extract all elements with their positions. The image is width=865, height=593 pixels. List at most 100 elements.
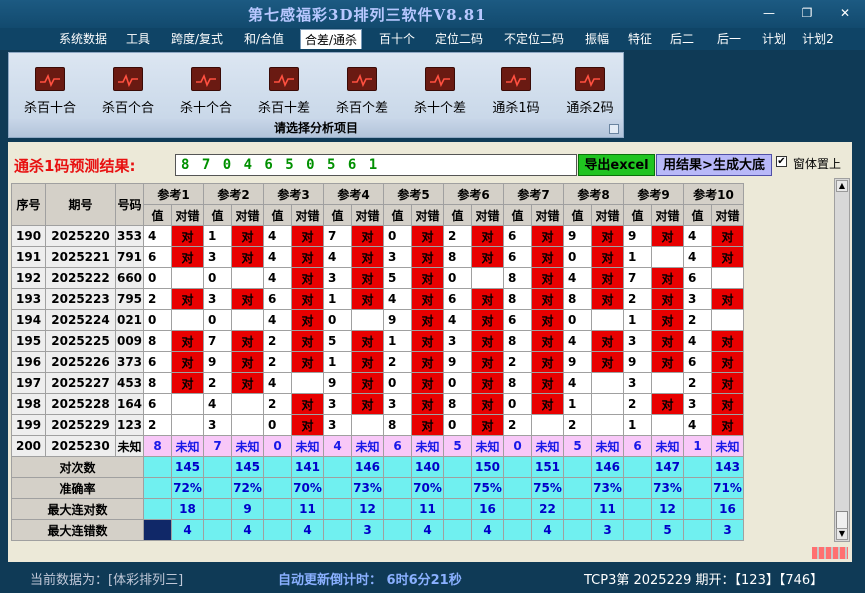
- menu-item-8[interactable]: 不定位二码: [498, 29, 570, 49]
- menu-item-4[interactable]: 和/合值: [240, 29, 288, 49]
- menu-item-1[interactable]: 系统数据: [55, 29, 111, 49]
- ribbon-button-2[interactable]: 杀百个合: [93, 65, 163, 121]
- generate-base-button[interactable]: 用结果>生成大底: [656, 154, 772, 176]
- ref-result: 对: [471, 288, 504, 310]
- ribbon-button-4[interactable]: 杀百十差: [249, 65, 319, 121]
- resize-grip[interactable]: [812, 547, 848, 559]
- ref-value: 0: [443, 414, 472, 436]
- vertical-scrollbar[interactable]: ▲ ▼: [834, 178, 850, 542]
- menu-item-6[interactable]: 百十个: [376, 29, 418, 49]
- ref-result: 对: [651, 225, 684, 247]
- topmost-checkbox[interactable]: ✔: [776, 156, 787, 167]
- ref-result: 对: [231, 330, 264, 352]
- ref-value: 4: [563, 267, 592, 289]
- table-row[interactable]: 200 2025230 未知 8 未知 7 未知 0 未知 4 未知 6 未知 5 未知 0 未知 5 未知 6 未知 1…: [11, 435, 744, 457]
- stats-value: 73%: [351, 477, 384, 499]
- chart-icon: [269, 67, 299, 91]
- row-issue: 2025227: [45, 372, 116, 394]
- stats-spacer: [203, 477, 232, 499]
- stats-value: 140: [411, 456, 444, 478]
- ref-result: 对: [231, 372, 264, 394]
- ref-result: 对: [591, 351, 624, 373]
- ribbon-button-8[interactable]: 通杀2码: [555, 65, 625, 121]
- ribbon-launcher-icon[interactable]: [609, 124, 619, 134]
- header-result: 对错: [411, 204, 444, 226]
- table-row[interactable]: 193 2025223 795 2 对 3 对 6 对 1 对 4 对 6 对 8 对 8 对 2 对 3 对: [11, 288, 744, 310]
- table-row[interactable]: 194 2025224 021 0 0 4 对 0 9 对 4 对 6 对 0 1 对 2: [11, 309, 744, 331]
- table-row[interactable]: 197 2025227 453 8 对 2 对 4 9 对 0 对 0 对 8 对 4 3 2 对: [11, 372, 744, 394]
- maximize-button[interactable]: ❐: [796, 4, 818, 22]
- stats-spacer: [683, 519, 712, 541]
- header-value: 值: [203, 204, 232, 226]
- row-number: 795: [115, 288, 144, 310]
- ref-value: 1: [683, 435, 712, 457]
- ref-value: 6: [263, 288, 292, 310]
- stats-spacer: [263, 477, 292, 499]
- ref-result: 对: [531, 393, 564, 415]
- stats-value: 146: [591, 456, 624, 478]
- ref-result: 对: [591, 267, 624, 289]
- menu-item-5[interactable]: 合差/通杀: [300, 29, 362, 49]
- row-number: 353: [115, 225, 144, 247]
- row-issue: 2025223: [45, 288, 116, 310]
- menu-item-3[interactable]: 跨度/复式: [165, 29, 229, 49]
- ref-result: 对: [471, 330, 504, 352]
- ref-result: 对: [411, 309, 444, 331]
- row-issue: 2025220: [45, 225, 116, 247]
- menu-item-10[interactable]: 特征: [623, 29, 657, 49]
- stats-value: 4: [471, 519, 504, 541]
- header-value: 值: [323, 204, 352, 226]
- ref-value: 8: [503, 267, 532, 289]
- table-row[interactable]: 199 2025229 123 2 3 0 对 3 8 对 0 对 2 2 1 4 对: [11, 414, 744, 436]
- header-result: 对错: [171, 204, 204, 226]
- ref-result: 未知: [591, 435, 624, 457]
- close-button[interactable]: ✕: [834, 4, 856, 22]
- ref-value: 0: [563, 309, 592, 331]
- export-excel-button[interactable]: 导出excel: [578, 154, 655, 176]
- ref-result: 对: [411, 330, 444, 352]
- ref-value: 3: [683, 288, 712, 310]
- ref-value: 8: [383, 414, 412, 436]
- minimize-button[interactable]: —: [758, 4, 780, 22]
- scroll-up-icon[interactable]: ▲: [836, 180, 848, 192]
- table-row[interactable]: 196 2025226 373 6 对 9 对 2 对 1 对 2 对 9 对 2 对 9 对 9 对 6 对: [11, 351, 744, 373]
- ref-value: 2: [623, 288, 652, 310]
- scroll-thumb[interactable]: [836, 511, 848, 529]
- prediction-output[interactable]: 8 7 0 4 6 5 0 5 6 1: [175, 154, 577, 176]
- table-row[interactable]: 191 2025221 791 6 对 3 对 4 对 4 对 3 对 8 对 6 对 0 对 1 4 对: [11, 246, 744, 268]
- table-row[interactable]: 192 2025222 660 0 0 4 对 3 对 5 对 0 8 对 4 对 7 对 6: [11, 267, 744, 289]
- ribbon-button-7[interactable]: 通杀1码: [481, 65, 551, 121]
- ref-value: 8: [503, 372, 532, 394]
- scroll-down-icon[interactable]: ▼: [836, 528, 848, 540]
- table-row[interactable]: 198 2025228 164 6 4 2 对 3 对 3 对 8 对 0 对 1 2 对 3 对: [11, 393, 744, 415]
- header-result: 对错: [591, 204, 624, 226]
- menu-item-7[interactable]: 定位二码: [430, 29, 488, 49]
- ribbon-button-5[interactable]: 杀百个差: [327, 65, 397, 121]
- menu-item-14[interactable]: 计划2: [800, 29, 836, 49]
- table-row[interactable]: 195 2025225 009 8 对 7 对 2 对 5 对 1 对 3 对 8 对 4 对 3 对 4 对: [11, 330, 744, 352]
- header-number: 号码: [115, 183, 144, 226]
- stats-value: 147: [651, 456, 684, 478]
- ref-value: 6: [143, 246, 172, 268]
- menu-item-2[interactable]: 工具: [122, 29, 154, 49]
- menu-item-12[interactable]: 后一: [712, 29, 746, 49]
- menu-item-9[interactable]: 振幅: [580, 29, 614, 49]
- header-ref-6: 参考6: [443, 183, 504, 205]
- ref-result: [171, 393, 204, 415]
- ribbon-button-6[interactable]: 杀十个差: [405, 65, 475, 121]
- ribbon-button-3[interactable]: 杀十个合: [171, 65, 241, 121]
- ribbon-button-1[interactable]: 杀百十合: [15, 65, 85, 121]
- menu-item-11[interactable]: 后二: [665, 29, 699, 49]
- menu-item-13[interactable]: 计划: [757, 29, 791, 49]
- ref-result: 对: [591, 330, 624, 352]
- stats-spacer: [263, 498, 292, 520]
- table-row[interactable]: 190 2025220 353 4 对 1 对 4 对 7 对 0 对 2 对 6 对 9 对 9 对 4 对: [11, 225, 744, 247]
- ref-value: 8: [563, 288, 592, 310]
- ref-result: 对: [231, 288, 264, 310]
- header-ref-3: 参考3: [263, 183, 324, 205]
- ref-result: [171, 414, 204, 436]
- ref-value: 2: [263, 330, 292, 352]
- ref-result: 对: [351, 393, 384, 415]
- ref-value: 8: [143, 330, 172, 352]
- stats-value: 73%: [591, 477, 624, 499]
